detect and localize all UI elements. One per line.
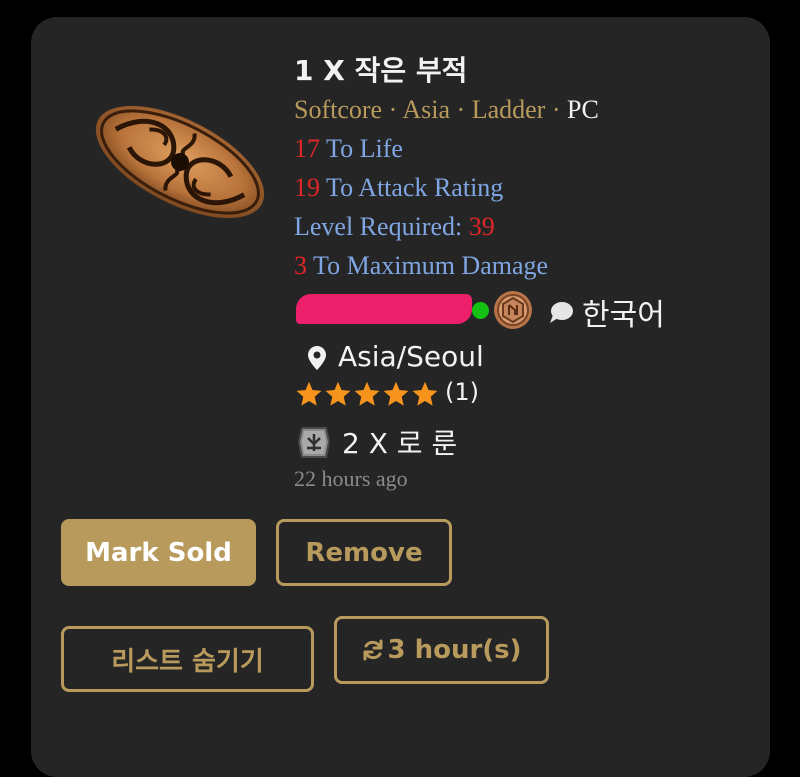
online-status-icon [472, 302, 489, 319]
seller-rating: (1) [295, 378, 595, 414]
price: 2 X 로 룬 [296, 422, 596, 462]
property-label: To Life [326, 134, 403, 163]
map-pin-icon [308, 346, 326, 370]
location-text: Asia/Seoul [338, 340, 484, 373]
listing-tags: Softcore · Asia · Ladder · PC [294, 95, 599, 125]
property-life: 17 To Life [294, 134, 403, 164]
star-icon [412, 381, 438, 406]
star-icon [354, 381, 380, 406]
property-value: 19 [294, 173, 320, 202]
property-value: 17 [294, 134, 320, 163]
chat-bubble-icon [550, 302, 573, 323]
star-icon [296, 381, 322, 406]
seller-name-redacted[interactable] [296, 294, 472, 324]
seller-language: 한국어 [582, 298, 665, 333]
property-label: Level Required: [294, 212, 463, 241]
tag-separator: · [551, 95, 561, 124]
tag-separator: · [388, 95, 398, 124]
posted-time: 22 hours ago [294, 466, 408, 491]
small-charm-icon [95, 105, 265, 219]
property-label: To Maximum Damage [313, 251, 549, 280]
mark-sold-button[interactable]: Mark Sold [61, 519, 256, 586]
rating-count: (1) [445, 378, 479, 406]
refresh-label: 3 hour(s) [387, 635, 522, 665]
refresh-button[interactable]: 3 hour(s) [334, 616, 549, 684]
tag-platform: PC [566, 95, 599, 124]
hide-listing-button[interactable]: 리스트 숨기기 [61, 626, 314, 692]
property-value: 3 [294, 251, 307, 280]
remove-button[interactable]: Remove [276, 519, 452, 586]
tag-separator: · [456, 95, 466, 124]
refresh-icon [363, 639, 383, 661]
price-text: 2 X 로 룬 [342, 427, 458, 460]
tag-region: Asia [402, 95, 451, 124]
property-value: 39 [468, 212, 495, 241]
property-label: To Attack Rating [326, 173, 504, 202]
seller-row: 한국어 [296, 290, 696, 334]
star-icon [383, 381, 409, 406]
tag-mode: Softcore [294, 95, 383, 124]
star-icon [325, 381, 351, 406]
listing-title: 1 X 작은 부적 [294, 54, 468, 87]
property-level-required: Level Required: 39 [294, 212, 495, 242]
tag-season: Ladder [471, 95, 546, 124]
rune-icon [297, 427, 331, 458]
property-attack-rating: 19 To Attack Rating [294, 173, 503, 203]
property-max-damage: 3 To Maximum Damage [294, 251, 548, 281]
bronze-rank-badge-icon [494, 291, 532, 329]
